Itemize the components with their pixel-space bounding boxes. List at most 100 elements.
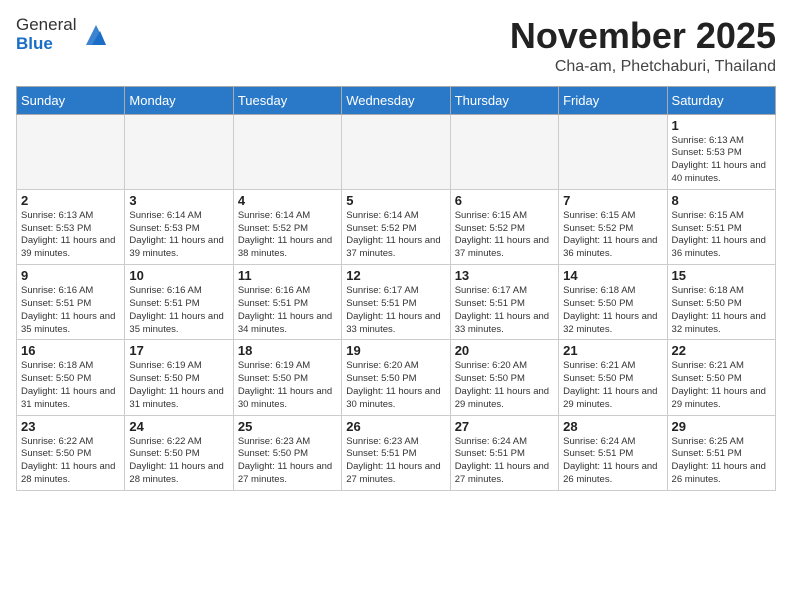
- table-cell: 22 Sunrise: 6:21 AMSunset: 5:50 PMDayligh…: [667, 340, 775, 415]
- day-number: 22: [672, 343, 771, 358]
- day-number: 15: [672, 268, 771, 283]
- day-info: Sunrise: 6:23 AMSunset: 5:50 PMDaylight:…: [238, 436, 337, 487]
- day-info: Sunrise: 6:19 AMSunset: 5:50 PMDaylight:…: [238, 360, 337, 411]
- table-cell: 9 Sunrise: 6:16 AMSunset: 5:51 PMDaylight…: [17, 265, 125, 340]
- logo-general: General: [16, 16, 76, 35]
- day-number: 21: [563, 343, 662, 358]
- day-number: 9: [21, 268, 120, 283]
- day-number: 5: [346, 193, 445, 208]
- day-info: Sunrise: 6:23 AMSunset: 5:51 PMDaylight:…: [346, 436, 445, 487]
- table-cell: 2Sunrise: 6:13 AMSunset: 5:53 PMDaylight…: [17, 189, 125, 264]
- table-cell: 21Sunrise: 6:21 AMSunset: 5:50 PMDayligh…: [559, 340, 667, 415]
- day-info: Sunrise: 6:16 AMSunset: 5:51 PMDaylight:…: [129, 285, 228, 336]
- day-number: 6: [455, 193, 554, 208]
- table-cell: 10 Sunrise: 6:16 AMSunset: 5:51 PMDayligh…: [125, 265, 233, 340]
- table-cell: 18 Sunrise: 6:19 AMSunset: 5:50 PMDayligh…: [233, 340, 341, 415]
- table-cell: 14 Sunrise: 6:18 AMSunset: 5:50 PMDayligh…: [559, 265, 667, 340]
- day-number: 7: [563, 193, 662, 208]
- day-info: Sunrise: 6:14 AMSunset: 5:52 PMDaylight:…: [238, 210, 337, 261]
- table-cell: [559, 114, 667, 189]
- day-number: 27: [455, 419, 554, 434]
- table-cell: 20 Sunrise: 6:20 AMSunset: 5:50 PMDayligh…: [450, 340, 558, 415]
- calendar-row-4: 16 Sunrise: 6:18 AMSunset: 5:50 PMDayligh…: [17, 340, 776, 415]
- table-cell: 28 Sunrise: 6:24 AMSunset: 5:51 PMDayligh…: [559, 415, 667, 490]
- day-number: 19: [346, 343, 445, 358]
- day-number: 28: [563, 419, 662, 434]
- day-number: 26: [346, 419, 445, 434]
- day-info: Sunrise: 6:17 AMSunset: 5:51 PMDaylight:…: [346, 285, 445, 336]
- day-info: Sunrise: 6:13 AMSunset: 5:53 PMDaylight:…: [672, 135, 771, 186]
- day-number: 1: [672, 118, 771, 133]
- day-number: 25: [238, 419, 337, 434]
- day-number: 4: [238, 193, 337, 208]
- calendar-table: Sunday Monday Tuesday Wednesday Thursday…: [16, 86, 776, 491]
- day-info: Sunrise: 6:22 AMSunset: 5:50 PMDaylight:…: [21, 436, 120, 487]
- table-cell: 29Sunrise: 6:25 AMSunset: 5:51 PMDayligh…: [667, 415, 775, 490]
- day-number: 12: [346, 268, 445, 283]
- table-cell: 15Sunrise: 6:18 AMSunset: 5:50 PMDayligh…: [667, 265, 775, 340]
- day-number: 11: [238, 268, 337, 283]
- day-info: Sunrise: 6:14 AMSunset: 5:53 PMDaylight:…: [129, 210, 228, 261]
- calendar-row-5: 23 Sunrise: 6:22 AMSunset: 5:50 PMDayligh…: [17, 415, 776, 490]
- calendar-row-3: 9 Sunrise: 6:16 AMSunset: 5:51 PMDaylight…: [17, 265, 776, 340]
- day-info: Sunrise: 6:20 AMSunset: 5:50 PMDaylight:…: [346, 360, 445, 411]
- day-info: Sunrise: 6:20 AMSunset: 5:50 PMDaylight:…: [455, 360, 554, 411]
- day-info: Sunrise: 6:17 AMSunset: 5:51 PMDaylight:…: [455, 285, 554, 336]
- header-thursday: Thursday: [450, 86, 558, 114]
- table-cell: [17, 114, 125, 189]
- table-cell: 16 Sunrise: 6:18 AMSunset: 5:50 PMDayligh…: [17, 340, 125, 415]
- day-info: Sunrise: 6:24 AMSunset: 5:51 PMDaylight:…: [563, 436, 662, 487]
- calendar-row-1: 1 Sunrise: 6:13 AMSunset: 5:53 PMDaylight…: [17, 114, 776, 189]
- day-info: Sunrise: 6:18 AMSunset: 5:50 PMDaylight:…: [563, 285, 662, 336]
- day-info: Sunrise: 6:22 AMSunset: 5:50 PMDaylight:…: [129, 436, 228, 487]
- day-info: Sunrise: 6:16 AMSunset: 5:51 PMDaylight:…: [238, 285, 337, 336]
- table-cell: 5 Sunrise: 6:14 AMSunset: 5:52 PMDaylight…: [342, 189, 450, 264]
- table-cell: 8 Sunrise: 6:15 AMSunset: 5:51 PMDaylight…: [667, 189, 775, 264]
- day-info: Sunrise: 6:24 AMSunset: 5:51 PMDaylight:…: [455, 436, 554, 487]
- day-info: Sunrise: 6:18 AMSunset: 5:50 PMDaylight:…: [21, 360, 120, 411]
- location-title: Cha-am, Phetchaburi, Thailand: [510, 58, 776, 76]
- day-number: 8: [672, 193, 771, 208]
- table-cell: 3 Sunrise: 6:14 AMSunset: 5:53 PMDaylight…: [125, 189, 233, 264]
- header-monday: Monday: [125, 86, 233, 114]
- title-section: November 2025 Cha-am, Phetchaburi, Thail…: [510, 16, 776, 76]
- table-cell: 7 Sunrise: 6:15 AMSunset: 5:52 PMDaylight…: [559, 189, 667, 264]
- day-number: 17: [129, 343, 228, 358]
- table-cell: 17 Sunrise: 6:19 AMSunset: 5:50 PMDayligh…: [125, 340, 233, 415]
- day-info: Sunrise: 6:15 AMSunset: 5:52 PMDaylight:…: [563, 210, 662, 261]
- day-info: Sunrise: 6:14 AMSunset: 5:52 PMDaylight:…: [346, 210, 445, 261]
- header-sunday: Sunday: [17, 86, 125, 114]
- header-tuesday: Tuesday: [233, 86, 341, 114]
- day-number: 2: [21, 193, 120, 208]
- logo-blue: Blue: [16, 35, 76, 54]
- table-cell: [450, 114, 558, 189]
- day-info: Sunrise: 6:16 AMSunset: 5:51 PMDaylight:…: [21, 285, 120, 336]
- table-cell: 11 Sunrise: 6:16 AMSunset: 5:51 PMDayligh…: [233, 265, 341, 340]
- table-cell: 6 Sunrise: 6:15 AMSunset: 5:52 PMDaylight…: [450, 189, 558, 264]
- day-info: Sunrise: 6:21 AMSunset: 5:50 PMDaylight:…: [672, 360, 771, 411]
- day-number: 20: [455, 343, 554, 358]
- day-number: 18: [238, 343, 337, 358]
- table-cell: 1 Sunrise: 6:13 AMSunset: 5:53 PMDaylight…: [667, 114, 775, 189]
- day-number: 3: [129, 193, 228, 208]
- table-cell: 12 Sunrise: 6:17 AMSunset: 5:51 PMDayligh…: [342, 265, 450, 340]
- header-friday: Friday: [559, 86, 667, 114]
- day-info: Sunrise: 6:15 AMSunset: 5:52 PMDaylight:…: [455, 210, 554, 261]
- logo-icon: [82, 21, 110, 49]
- table-cell: 24 Sunrise: 6:22 AMSunset: 5:50 PMDayligh…: [125, 415, 233, 490]
- calendar-row-2: 2Sunrise: 6:13 AMSunset: 5:53 PMDaylight…: [17, 189, 776, 264]
- table-cell: [342, 114, 450, 189]
- day-number: 23: [21, 419, 120, 434]
- day-number: 24: [129, 419, 228, 434]
- day-number: 16: [21, 343, 120, 358]
- table-cell: 25 Sunrise: 6:23 AMSunset: 5:50 PMDayligh…: [233, 415, 341, 490]
- table-cell: 19 Sunrise: 6:20 AMSunset: 5:50 PMDayligh…: [342, 340, 450, 415]
- day-info: Sunrise: 6:19 AMSunset: 5:50 PMDaylight:…: [129, 360, 228, 411]
- day-number: 13: [455, 268, 554, 283]
- day-info: Sunrise: 6:15 AMSunset: 5:51 PMDaylight:…: [672, 210, 771, 261]
- table-cell: 23 Sunrise: 6:22 AMSunset: 5:50 PMDayligh…: [17, 415, 125, 490]
- header-saturday: Saturday: [667, 86, 775, 114]
- day-number: 10: [129, 268, 228, 283]
- day-number: 14: [563, 268, 662, 283]
- day-info: Sunrise: 6:25 AMSunset: 5:51 PMDaylight:…: [672, 436, 771, 487]
